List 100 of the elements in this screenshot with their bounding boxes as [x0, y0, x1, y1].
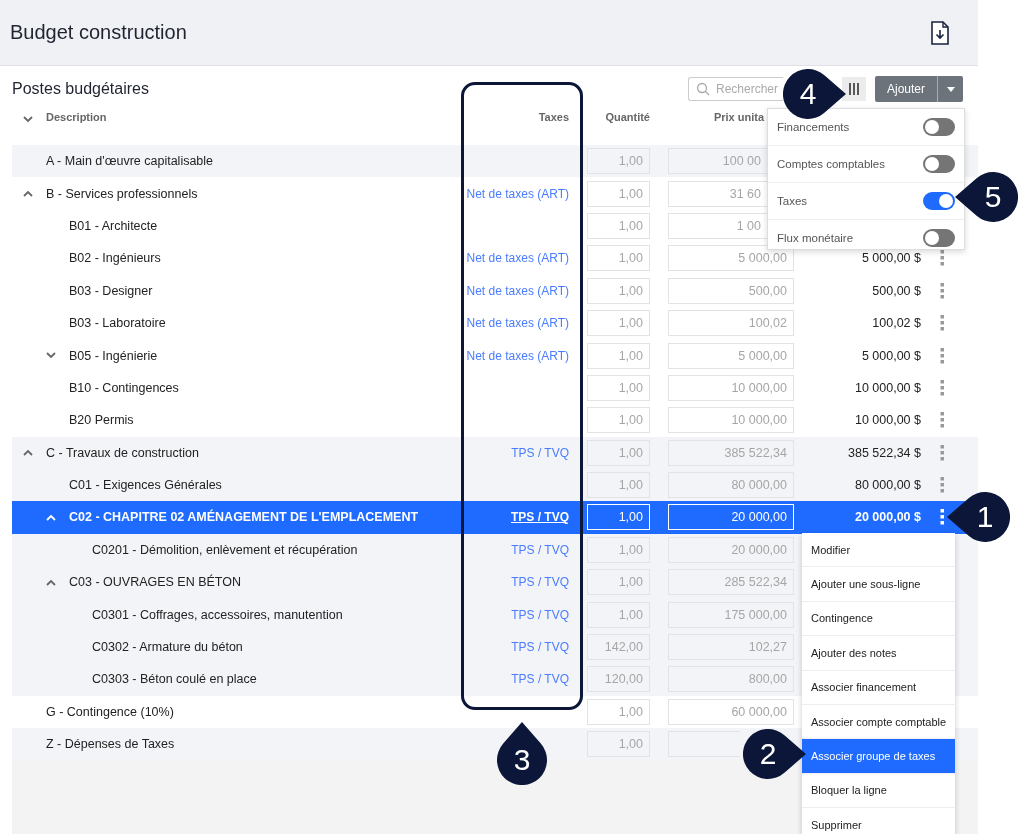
column-header: Description — [46, 111, 107, 123]
row-description[interactable]: C0302 - Armature du béton — [92, 640, 243, 655]
unit-price-field[interactable]: 60 000,00 — [668, 698, 794, 725]
quantity-field[interactable]: 1,00 — [587, 374, 650, 401]
more-options-icon[interactable] — [939, 509, 944, 526]
menu-item[interactable]: Supprimer — [802, 808, 955, 834]
row-description[interactable]: C02 - CHAPITRE 02 AMÉNAGEMENT DE L'EMPLACEMENT — [69, 510, 419, 525]
unit-price-field[interactable]: 500,00 — [668, 277, 794, 304]
more-options-icon[interactable] — [939, 315, 944, 332]
collapse-icon[interactable] — [23, 190, 33, 198]
row-description[interactable]: B - Services professionnels — [46, 186, 198, 201]
columns-button[interactable] — [842, 77, 866, 101]
menu-item[interactable]: Modifier — [802, 533, 955, 568]
quantity-field[interactable]: 1,00 — [587, 472, 650, 499]
quantity-field[interactable]: 120,00 — [587, 666, 650, 693]
menu-item[interactable]: Contingence — [802, 601, 955, 637]
quantity-field[interactable]: 1,00 — [587, 245, 650, 272]
unit-price-field[interactable]: 800,00 — [668, 666, 794, 693]
quantity-field[interactable]: 1,00 — [587, 148, 650, 175]
expand-icon[interactable] — [46, 352, 56, 360]
collapse-icon[interactable] — [46, 578, 56, 586]
row-total: 5 000,00 $ — [861, 251, 921, 266]
unit-price-field[interactable]: 100,02 — [668, 310, 794, 337]
tax-group-link[interactable]: Net de taxes (ART) — [466, 283, 569, 298]
unit-price-field[interactable]: 385 522,34 — [668, 439, 794, 466]
quantity-field[interactable]: 1,00 — [587, 407, 650, 434]
menu-item[interactable]: Associer financement — [802, 670, 955, 705]
menu-item[interactable]: Ajouter une sous-ligne — [802, 567, 955, 602]
tax-group-link[interactable]: TPS / TVQ — [511, 672, 569, 687]
toggle-switch[interactable] — [923, 155, 955, 173]
row-description[interactable]: C0301 - Coffrages, accessoires, manutention — [92, 607, 343, 622]
tax-group-link[interactable]: Net de taxes (ART) — [466, 186, 569, 201]
quantity-field[interactable]: 1,00 — [587, 569, 650, 596]
quantity-field[interactable]: 1,00 — [587, 731, 650, 758]
unit-price-field[interactable]: 20 000,00 — [668, 536, 794, 563]
quantity-field[interactable]: 1,00 — [587, 342, 650, 369]
tax-group-link[interactable]: TPS / TVQ — [511, 575, 569, 590]
unit-price-field[interactable]: 10 000,00 — [668, 407, 794, 434]
add-button[interactable]: Ajouter — [875, 76, 937, 102]
tax-group-link[interactable]: TPS / TVQ — [511, 510, 569, 525]
menu-item[interactable]: Bloquer la ligne — [802, 773, 955, 809]
row-description[interactable]: C01 - Exigences Générales — [69, 478, 222, 493]
collapse-icon[interactable] — [23, 449, 33, 457]
menu-item[interactable]: Ajouter des notes — [802, 636, 955, 671]
quantity-field[interactable]: 1,00 — [587, 504, 650, 531]
tax-group-link[interactable]: TPS / TVQ — [511, 542, 569, 557]
tax-group-link[interactable]: Net de taxes (ART) — [466, 348, 569, 363]
row-description[interactable]: B20 Permis — [69, 413, 134, 428]
menu-item[interactable]: Associer groupe de taxes — [802, 739, 955, 774]
quantity-field[interactable]: 1,00 — [587, 601, 650, 628]
quantity-field[interactable]: 1,00 — [587, 180, 650, 207]
quantity-field[interactable]: 1,00 — [587, 310, 650, 337]
unit-price-field[interactable]: 20 000,00 — [668, 504, 794, 531]
row-description[interactable]: C03 - OUVRAGES EN BÉTON — [69, 575, 242, 590]
toggle-switch[interactable] — [923, 192, 955, 210]
row-description[interactable]: G - Contingence (10%) — [46, 704, 174, 719]
more-options-icon[interactable] — [939, 412, 944, 429]
row-description[interactable]: B03 - Laboratoire — [69, 316, 166, 331]
more-options-icon[interactable] — [939, 250, 944, 267]
tax-group-link[interactable]: TPS / TVQ — [511, 607, 569, 622]
page-title: Budget construction — [10, 21, 187, 44]
more-options-icon[interactable] — [939, 282, 944, 299]
tax-group-link[interactable]: Net de taxes (ART) — [466, 251, 569, 266]
row-description[interactable]: B10 - Contingences — [69, 380, 179, 395]
more-options-icon[interactable] — [939, 379, 944, 396]
more-options-icon[interactable] — [939, 347, 944, 364]
toggle-switch[interactable] — [923, 118, 955, 136]
unit-price-field[interactable]: 80 000,00 — [668, 472, 794, 499]
row-total: 80 000,00 $ — [854, 478, 921, 493]
quantity-field[interactable]: 1,00 — [587, 536, 650, 563]
row-description[interactable]: B05 - Ingénierie — [69, 348, 158, 363]
row-description[interactable]: B02 - Ingénieurs — [69, 251, 161, 266]
quantity-field[interactable]: 1,00 — [587, 212, 650, 239]
tax-group-link[interactable]: Net de taxes (ART) — [466, 316, 569, 331]
add-dropdown-button[interactable] — [937, 76, 963, 102]
quantity-field[interactable]: 142,00 — [587, 634, 650, 661]
download-document-icon[interactable] — [930, 20, 950, 45]
unit-price-field[interactable]: 102,27 — [668, 634, 794, 661]
quantity-field[interactable]: 1,00 — [587, 439, 650, 466]
more-options-icon[interactable] — [939, 444, 944, 461]
unit-price-field[interactable]: 10 000,00 — [668, 374, 794, 401]
more-options-icon[interactable] — [939, 477, 944, 494]
unit-price-field[interactable]: 5 000,00 — [668, 342, 794, 369]
toggle-switch[interactable] — [923, 229, 955, 247]
callout-marker: 2 — [743, 729, 806, 779]
tax-group-link[interactable]: TPS / TVQ — [511, 445, 569, 460]
quantity-field[interactable]: 1,00 — [587, 698, 650, 725]
unit-price-field[interactable]: 175 000,00 — [668, 601, 794, 628]
row-description[interactable]: C0201 - Démolition, enlèvement et récupération — [92, 542, 358, 557]
unit-price-field[interactable]: 285 522,34 — [668, 569, 794, 596]
tax-group-link[interactable]: TPS / TVQ — [511, 640, 569, 655]
row-total: 10 000,00 $ — [854, 380, 921, 395]
quantity-field[interactable]: 1,00 — [587, 277, 650, 304]
row-description[interactable]: C - Travaux de construction — [46, 445, 199, 460]
row-description[interactable]: B03 - Designer — [69, 283, 153, 298]
search-field[interactable]: Rechercher — [688, 77, 783, 101]
row-description[interactable]: C0303 - Béton coulé en place — [92, 672, 257, 687]
row-description[interactable]: Z - Dépenses de Taxes — [46, 737, 175, 752]
row-description[interactable]: B01 - Architecte — [69, 218, 158, 233]
row-description[interactable]: A - Main d'œuvre capitalisable — [46, 154, 214, 169]
